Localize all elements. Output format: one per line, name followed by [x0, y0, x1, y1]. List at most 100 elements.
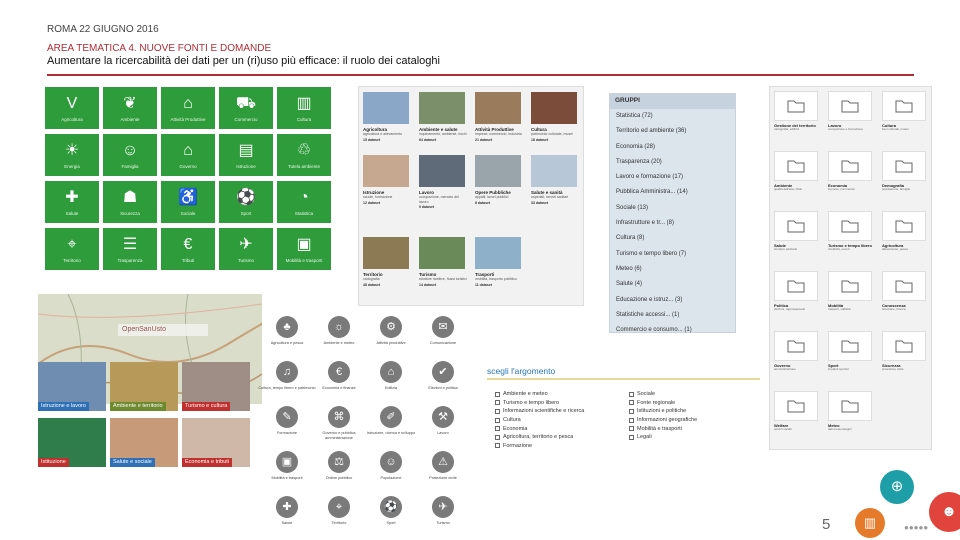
topic-icon-item[interactable]: ♫ Cultura, tempo libero e patrimonio: [258, 361, 316, 391]
image-tile[interactable]: Ambiente e territorio: [110, 362, 178, 411]
image-tile[interactable]: Istruzione e lavoro: [38, 362, 106, 411]
folder-card[interactable]: Cultura beni culturali, musei: [882, 91, 934, 145]
topic-checkbox-row[interactable]: Agricoltura, territorio e pesca: [495, 433, 584, 442]
topic-checkbox[interactable]: [629, 408, 634, 414]
topic-icon-item[interactable]: ☺ Popolazione: [362, 451, 420, 481]
image-tile[interactable]: Economia e tributi: [182, 418, 250, 467]
topic-checkbox[interactable]: [495, 400, 500, 406]
topic-checkbox-row[interactable]: Cultura: [495, 416, 584, 425]
folder-card[interactable]: Agricoltura allevamento, pesca: [882, 211, 934, 265]
category-tile[interactable]: ⛟ Commercio: [219, 87, 273, 129]
folder-card[interactable]: Demografia popolazione, famiglie: [882, 151, 934, 205]
image-tile[interactable]: Istituzione: [38, 418, 106, 467]
image-tile[interactable]: Salute e sociale: [110, 418, 178, 467]
category-tile[interactable]: ♲ Tutela ambiente: [277, 134, 331, 176]
topic-checkbox[interactable]: [629, 426, 634, 432]
folder-card[interactable]: Sicurezza protezione civile: [882, 331, 934, 385]
topic-icon-item[interactable]: ⚖ Ordine pubblico: [310, 451, 368, 481]
folder-card[interactable]: Sport impianti sportivi: [828, 331, 880, 385]
photo-card[interactable]: Lavoro occupazione, mercato del lavoro 9 d…: [419, 155, 469, 209]
group-item[interactable]: Salute (4): [610, 277, 735, 292]
topic-checkbox-row[interactable]: Mobilità e trasporti: [629, 424, 697, 433]
topic-checkbox[interactable]: [495, 443, 500, 449]
topic-checkbox[interactable]: [495, 417, 500, 423]
group-item[interactable]: Statistica (72): [610, 109, 735, 124]
category-tile[interactable]: V Agricoltura: [45, 87, 99, 129]
photo-card[interactable]: Attività Produttive imprese, commercio, i…: [475, 92, 525, 142]
group-item[interactable]: Infrastrutture e tr... (8): [610, 216, 735, 231]
image-tile[interactable]: Turismo e cultura: [182, 362, 250, 411]
category-tile[interactable]: ✈ Turismo: [219, 228, 273, 270]
topic-icon-item[interactable]: ✔ Elezioni e politica: [414, 361, 472, 391]
folder-card[interactable]: Meteo dati meteorologici: [828, 391, 880, 445]
photo-card[interactable]: Territorio cartografia 48 dataset: [363, 237, 413, 287]
folder-card[interactable]: Lavoro occupazione e formazione: [828, 91, 880, 145]
folder-card[interactable]: Turismo e tempo libero ricettività, event…: [828, 211, 880, 265]
group-item[interactable]: Commercio e consumo... (1): [610, 323, 735, 338]
topic-icon-item[interactable]: € Economia e finanze: [310, 361, 368, 391]
category-tile[interactable]: ⌖ Territorio: [45, 228, 99, 270]
group-item[interactable]: Meteo (6): [610, 262, 735, 277]
group-item[interactable]: Statistiche accessi... (1): [610, 308, 735, 323]
topic-icon-item[interactable]: ⌂ Edilizia: [362, 361, 420, 391]
folder-card[interactable]: Welfare servizi sociali: [774, 391, 826, 445]
category-tile[interactable]: ❦ Ambiente: [103, 87, 157, 129]
group-item[interactable]: Cultura (8): [610, 231, 735, 246]
group-item[interactable]: Educazione e istruz... (3): [610, 293, 735, 308]
category-tile[interactable]: ◔ Statistica: [277, 181, 331, 223]
topic-icon-item[interactable]: ✚ Salute: [258, 496, 316, 526]
topic-icon-item[interactable]: ✈ Turismo: [414, 496, 472, 526]
topic-checkbox[interactable]: [629, 400, 634, 406]
topic-checkbox-row[interactable]: Informazioni scientifiche e ricerca: [495, 407, 584, 416]
group-item[interactable]: Economia (28): [610, 140, 735, 155]
topic-checkbox-row[interactable]: Economia: [495, 424, 584, 433]
group-item[interactable]: Trasparenza (20): [610, 155, 735, 170]
group-item[interactable]: Sociale (13): [610, 201, 735, 216]
topic-checkbox[interactable]: [629, 434, 634, 440]
topic-checkbox-row[interactable]: Sociale: [629, 390, 697, 399]
photo-card[interactable]: Trasporti mobilità, trasporto pubblico 11 …: [475, 237, 525, 287]
folder-card[interactable]: Governo amministrazione: [774, 331, 826, 385]
photo-card[interactable]: Cultura patrimonio culturale, musei 18 dat…: [531, 92, 581, 142]
category-tile[interactable]: ✚ Salute: [45, 181, 99, 223]
topic-icon-item[interactable]: ⚽ Sport: [362, 496, 420, 526]
topic-checkbox[interactable]: [495, 434, 500, 440]
photo-card[interactable]: Istruzione scuole, formazione 12 dataset: [363, 155, 413, 205]
folder-card[interactable]: Politica elezioni, rappresentanti: [774, 271, 826, 325]
group-item[interactable]: Pubblica Amministra... (14): [610, 185, 735, 200]
topic-checkbox[interactable]: [629, 417, 634, 423]
topic-icon-item[interactable]: ⚒ Lavoro: [414, 406, 472, 436]
folder-card[interactable]: Salute strutture sanitarie: [774, 211, 826, 265]
category-tile[interactable]: ⌂ Governo: [161, 134, 215, 176]
category-tile[interactable]: ▥ Cultura: [277, 87, 331, 129]
topic-checkbox[interactable]: [495, 408, 500, 414]
topic-icon-item[interactable]: ⌖ Territorio: [310, 496, 368, 526]
category-tile[interactable]: ☺ Famiglia: [103, 134, 157, 176]
topic-checkbox[interactable]: [495, 426, 500, 432]
folder-card[interactable]: Conoscenza istruzione, ricerca: [882, 271, 934, 325]
category-tile[interactable]: € Tributi: [161, 228, 215, 270]
topic-checkbox-row[interactable]: Formazione: [495, 442, 584, 451]
group-item[interactable]: Lavoro e formazione (17): [610, 170, 735, 185]
topic-checkbox-row[interactable]: Informazioni geografiche: [629, 416, 697, 425]
category-tile[interactable]: ☗ Sicurezza: [103, 181, 157, 223]
topic-icon-item[interactable]: ⚙ Attività produttive: [362, 316, 420, 346]
topic-icon-item[interactable]: ✎ Formazione: [258, 406, 316, 436]
category-tile[interactable]: ♿ Sociale: [161, 181, 215, 223]
group-item[interactable]: Territorio ed ambiente (36): [610, 124, 735, 139]
category-tile[interactable]: ☀ Energia: [45, 134, 99, 176]
topic-icon-item[interactable]: ▣ Mobilità e trasporti: [258, 451, 316, 481]
group-item[interactable]: Turismo e tempo libero (7): [610, 247, 735, 262]
topic-icon-item[interactable]: ⌘ Governo e pubblica amministrazione: [310, 406, 368, 440]
topic-checkbox-row[interactable]: Fonte regionale: [629, 399, 697, 408]
topic-checkbox-row[interactable]: Legali: [629, 433, 697, 442]
folder-card[interactable]: Economia imprese, commercio: [828, 151, 880, 205]
folder-card[interactable]: Ambiente qualità dell'aria, rifiuti: [774, 151, 826, 205]
topic-checkbox[interactable]: [629, 391, 634, 397]
topic-icon-item[interactable]: ⚠ Protezione civile: [414, 451, 472, 481]
photo-card[interactable]: Opere Pubbliche appalti, lavori pubblici 8…: [475, 155, 525, 205]
category-tile[interactable]: ⚽ Sport: [219, 181, 273, 223]
photo-card[interactable]: Turismo strutture ricettive, flussi turis…: [419, 237, 469, 287]
photo-card[interactable]: Agricoltura agricoltura e allevamento 15 d…: [363, 92, 413, 142]
topic-icon-item[interactable]: ✉ Comunicazione: [414, 316, 472, 346]
